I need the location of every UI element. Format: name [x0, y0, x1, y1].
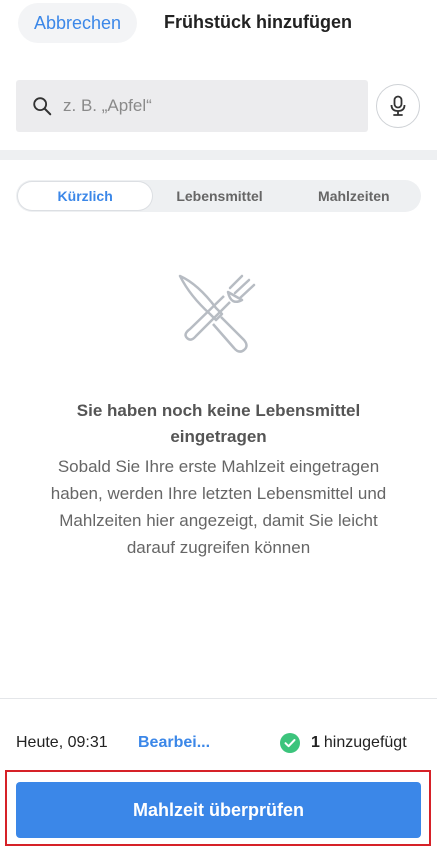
- tab-foods[interactable]: Lebensmittel: [152, 182, 286, 210]
- tab-recent[interactable]: Kürzlich: [18, 182, 153, 210]
- added-label: hinzugefügt: [323, 734, 407, 751]
- microphone-icon: [390, 95, 406, 116]
- header-bar: Abbrechen Frühstück hinzufügen: [0, 0, 437, 52]
- footer-divider: [0, 698, 437, 699]
- voice-search-button[interactable]: [376, 84, 420, 128]
- cancel-button[interactable]: Abbrechen: [18, 3, 138, 43]
- added-count: 1: [311, 734, 320, 751]
- check-circle-icon: [280, 733, 300, 753]
- search-input[interactable]: [61, 95, 355, 117]
- meal-time: Heute, 09:31: [16, 734, 108, 751]
- meal-summary-row: Heute, 09:31 Bearbei... 1 hinzugefügt: [0, 724, 437, 764]
- search-icon: [33, 97, 52, 116]
- tab-meals[interactable]: Mahlzeiten: [287, 182, 421, 210]
- knife-fork-icon: [178, 274, 256, 353]
- empty-state-description: Sobald Sie Ihre erste Mahlzeit eingetrag…: [50, 457, 387, 557]
- tab-bar: Kürzlich Lebensmittel Mahlzeiten: [16, 180, 421, 212]
- edit-time-link[interactable]: Bearbei...: [138, 734, 210, 752]
- added-status: 1 hinzugefügt: [279, 732, 407, 754]
- review-meal-button[interactable]: Mahlzeit überprüfen: [16, 782, 421, 838]
- empty-state-title: Sie haben noch keine Lebensmittel einget…: [76, 401, 361, 446]
- search-bar[interactable]: [16, 80, 368, 132]
- page-title: Frühstück hinzufügen: [164, 12, 352, 32]
- section-divider: [0, 150, 437, 160]
